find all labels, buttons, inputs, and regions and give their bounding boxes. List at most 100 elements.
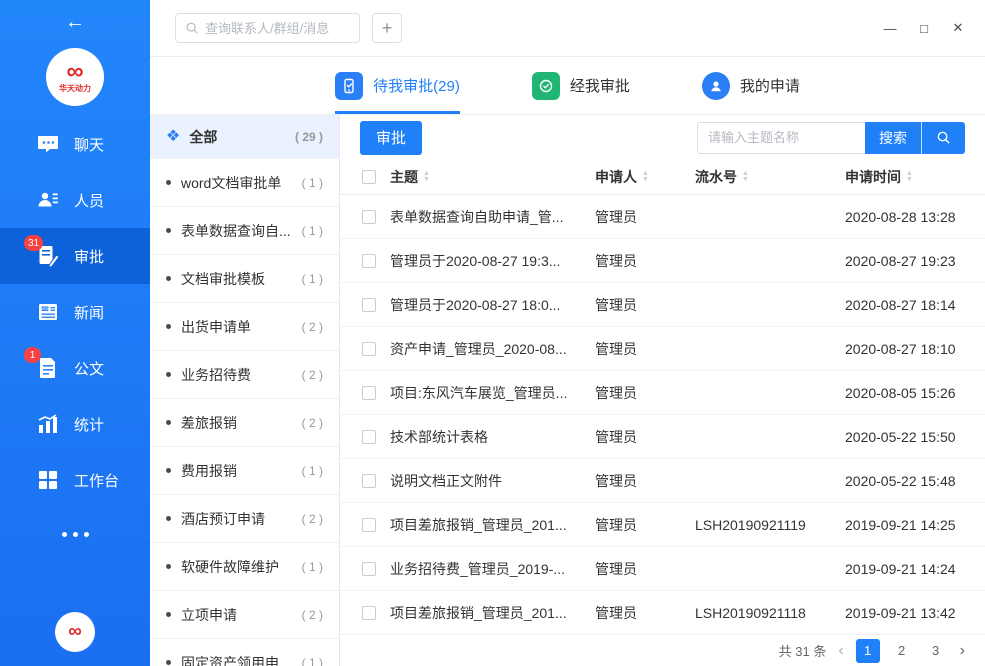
category-item[interactable]: 固定资产领用申...( 1 ) xyxy=(150,639,339,666)
table-row[interactable]: 项目差旅报销_管理员_201... 管理员 LSH20190921119 201… xyxy=(340,503,985,547)
category-item[interactable]: 立项申请( 2 ) xyxy=(150,591,339,639)
category-item[interactable]: 费用报销( 1 ) xyxy=(150,447,339,495)
row-checkbox[interactable] xyxy=(362,254,376,268)
maximize-icon[interactable]: □ xyxy=(907,11,941,45)
subject-cell[interactable]: 说明文档正文附件 xyxy=(390,471,595,491)
bottom-logo-icon[interactable]: ∞ xyxy=(55,612,95,652)
category-all[interactable]: ❖ 全部 ( 29 ) xyxy=(150,115,339,159)
category-item[interactable]: word文档审批单( 1 ) xyxy=(150,159,339,207)
subject-cell[interactable]: 表单数据查询自助申请_管... xyxy=(390,207,595,227)
subject-cell[interactable]: 项目:东风汽车展览_管理员... xyxy=(390,383,595,403)
sort-icon[interactable]: ▲▼ xyxy=(906,171,913,183)
row-checkbox[interactable] xyxy=(362,474,376,488)
subject-cell[interactable]: 技术部统计表格 xyxy=(390,427,595,447)
category-count: ( 1 ) xyxy=(302,224,323,238)
category-item[interactable]: 软硬件故障维护( 1 ) xyxy=(150,543,339,591)
category-item[interactable]: 差旅报销( 2 ) xyxy=(150,399,339,447)
back-arrow-icon[interactable]: ← xyxy=(0,0,150,44)
search-magnifier-button[interactable] xyxy=(921,122,965,154)
time-cell: 2020-05-22 15:48 xyxy=(845,473,985,489)
applicant-cell: 管理员 xyxy=(595,427,695,447)
table-row[interactable]: 项目:东风汽车展览_管理员... 管理员 2020-08-05 15:26 xyxy=(340,371,985,415)
row-checkbox[interactable] xyxy=(362,430,376,444)
sidebar-item-statistics[interactable]: 统计 xyxy=(0,396,150,452)
sidebar-item-documents[interactable]: 1 公文 xyxy=(0,340,150,396)
contact-search-input[interactable] xyxy=(205,21,350,36)
subject-cell[interactable]: 项目差旅报销_管理员_201... xyxy=(390,515,595,535)
sidebar-item-people[interactable]: 人员 xyxy=(0,172,150,228)
table-row[interactable]: 技术部统计表格 管理员 2020-05-22 15:50 xyxy=(340,415,985,459)
approve-button[interactable]: 审批 xyxy=(360,121,422,155)
tab-approved-by-me[interactable]: 经我审批 xyxy=(532,57,630,114)
sidebar-item-workbench[interactable]: 工作台 xyxy=(0,452,150,508)
category-label: 固定资产领用申... xyxy=(181,653,291,666)
table-row[interactable]: 管理员于2020-08-27 18:0... 管理员 2020-08-27 18… xyxy=(340,283,985,327)
topbar: + — □ ✕ xyxy=(150,0,985,57)
applicant-cell: 管理员 xyxy=(595,559,695,579)
bullet-icon xyxy=(166,468,171,473)
category-count: ( 2 ) xyxy=(302,320,323,334)
main-region: + — □ ✕ 待我审批(29) 经我审批 我的申请 xyxy=(150,0,985,666)
my-applications-icon xyxy=(702,72,730,100)
search-button[interactable]: 搜索 xyxy=(865,122,921,154)
row-checkbox[interactable] xyxy=(362,298,376,312)
applicant-cell: 管理员 xyxy=(595,471,695,491)
minimize-icon[interactable]: — xyxy=(873,11,907,45)
table-row[interactable]: 说明文档正文附件 管理员 2020-05-22 15:48 xyxy=(340,459,985,503)
time-cell: 2020-08-27 18:10 xyxy=(845,341,985,357)
category-item[interactable]: 出货申请单( 2 ) xyxy=(150,303,339,351)
approval-main: 审批 搜索 主题▲▼ 申请人▲▼ 流水号▲▼ 申请时间▲▼ 表单数据查询自助 xyxy=(340,115,985,666)
row-checkbox[interactable] xyxy=(362,386,376,400)
sort-icon[interactable]: ▲▼ xyxy=(423,171,430,183)
sidebar-item-label: 新闻 xyxy=(74,302,104,323)
subject-cell[interactable]: 管理员于2020-08-27 19:3... xyxy=(390,251,595,271)
subject-search-input[interactable] xyxy=(697,122,865,154)
category-item[interactable]: 业务招待费( 2 ) xyxy=(150,351,339,399)
category-item[interactable]: 文档审批模板( 1 ) xyxy=(150,255,339,303)
prev-page-icon[interactable]: ‹ xyxy=(836,642,845,660)
subject-cell[interactable]: 管理员于2020-08-27 18:0... xyxy=(390,295,595,315)
category-item[interactable]: 酒店预订申请( 2 ) xyxy=(150,495,339,543)
table-row[interactable]: 表单数据查询自助申请_管... 管理员 2020-08-28 13:28 xyxy=(340,195,985,239)
select-all-checkbox[interactable] xyxy=(362,170,376,184)
table-row[interactable]: 业务招待费_管理员_2019-... 管理员 2019-09-21 14:24 xyxy=(340,547,985,591)
subject-cell[interactable]: 业务招待费_管理员_2019-... xyxy=(390,559,595,579)
subject-cell[interactable]: 资产申请_管理员_2020-08... xyxy=(390,339,595,359)
sort-icon[interactable]: ▲▼ xyxy=(642,171,649,183)
table-row[interactable]: 资产申请_管理员_2020-08... 管理员 2020-08-27 18:10 xyxy=(340,327,985,371)
sidebar-item-chat[interactable]: 聊天 xyxy=(0,116,150,172)
subject-cell[interactable]: 项目差旅报销_管理员_201... xyxy=(390,603,595,623)
contact-search[interactable] xyxy=(175,13,360,43)
sidebar-item-news[interactable]: NEW 新闻 xyxy=(0,284,150,340)
pagination: 共 31 条 ‹ 1 2 3 › xyxy=(340,635,985,666)
table-row[interactable]: 管理员于2020-08-27 19:3... 管理员 2020-08-27 19… xyxy=(340,239,985,283)
row-checkbox[interactable] xyxy=(362,210,376,224)
tab-pending-approval[interactable]: 待我审批(29) xyxy=(335,57,460,114)
next-page-icon[interactable]: › xyxy=(958,642,967,660)
content: ❖ 全部 ( 29 ) word文档审批单( 1 ) 表单数据查询自...( 1… xyxy=(150,115,985,666)
category-count: ( 2 ) xyxy=(302,416,323,430)
time-cell: 2020-08-27 19:23 xyxy=(845,253,985,269)
add-button[interactable]: + xyxy=(372,13,402,43)
category-item[interactable]: 表单数据查询自...( 1 ) xyxy=(150,207,339,255)
page-2[interactable]: 2 xyxy=(890,639,914,663)
close-icon[interactable]: ✕ xyxy=(941,11,975,45)
bullet-icon xyxy=(166,180,171,185)
category-count: ( 1 ) xyxy=(302,560,323,574)
document-icon: 1 xyxy=(36,356,60,380)
more-menu-icon[interactable] xyxy=(0,532,150,537)
sidebar-item-approval[interactable]: 31 审批 xyxy=(0,228,150,284)
row-checkbox[interactable] xyxy=(362,562,376,576)
applicant-cell: 管理员 xyxy=(595,207,695,227)
page-3[interactable]: 3 xyxy=(924,639,948,663)
category-count: ( 1 ) xyxy=(302,176,323,190)
row-checkbox[interactable] xyxy=(362,518,376,532)
time-cell: 2019-09-21 14:25 xyxy=(845,517,985,533)
page-1[interactable]: 1 xyxy=(856,639,880,663)
tab-my-applications[interactable]: 我的申请 xyxy=(702,57,800,114)
sort-icon[interactable]: ▲▼ xyxy=(742,171,749,183)
tabbar: 待我审批(29) 经我审批 我的申请 xyxy=(150,57,985,115)
table-row[interactable]: 项目差旅报销_管理员_201... 管理员 LSH20190921118 201… xyxy=(340,591,985,635)
row-checkbox[interactable] xyxy=(362,606,376,620)
row-checkbox[interactable] xyxy=(362,342,376,356)
